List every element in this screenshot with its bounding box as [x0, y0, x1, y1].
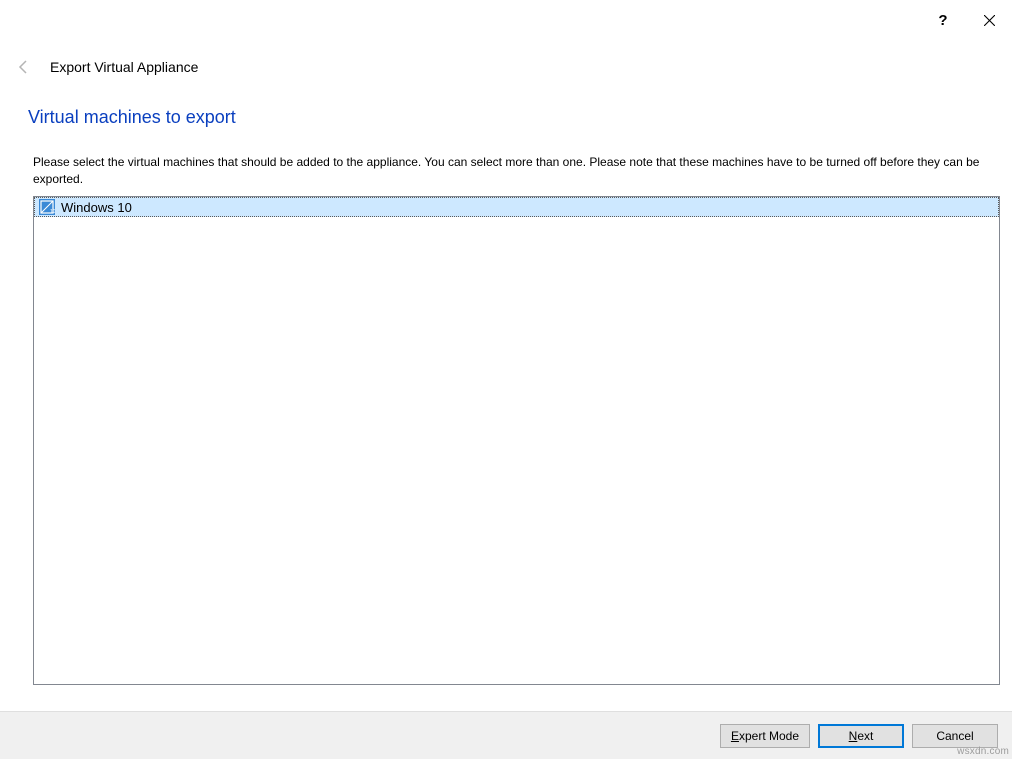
cancel-button[interactable]: Cancel: [912, 724, 998, 748]
footer: Expert Mode Next Cancel: [0, 711, 1012, 759]
vm-icon: 10: [39, 199, 55, 215]
page-heading: Virtual machines to export: [28, 107, 236, 128]
help-button[interactable]: ?: [920, 4, 966, 36]
back-arrow-icon: [14, 57, 34, 77]
svg-text:10: 10: [50, 209, 55, 215]
instruction-text: Please select the virtual machines that …: [33, 154, 1002, 188]
list-item[interactable]: 10 Windows 10: [34, 197, 999, 217]
close-button[interactable]: [966, 4, 1012, 36]
vm-list[interactable]: 10 Windows 10: [33, 196, 1000, 685]
wizard-title: Export Virtual Appliance: [50, 59, 198, 75]
close-icon: [984, 15, 995, 26]
vm-label: Windows 10: [61, 200, 132, 215]
next-button[interactable]: Next: [818, 724, 904, 748]
expert-mode-button[interactable]: Expert Mode: [720, 724, 810, 748]
watermark: wsxdn.com: [957, 746, 1009, 757]
